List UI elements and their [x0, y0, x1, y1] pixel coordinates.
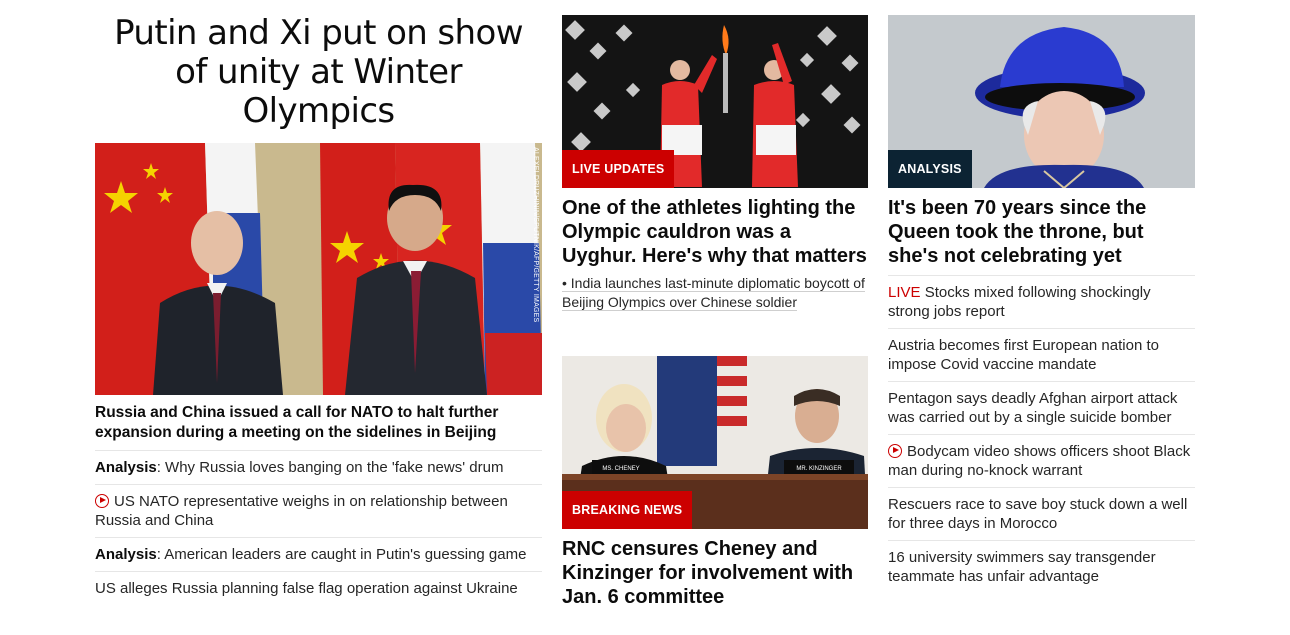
list-item[interactable]: LIVE Stocks mixed following shockingly s…: [888, 276, 1195, 329]
list-item-text: Rescuers race to save boy stuck down a w…: [888, 496, 1188, 532]
analysis-label: Analysis: [95, 459, 157, 476]
list-item[interactable]: 16 university swimmers say transgender t…: [888, 541, 1195, 593]
list-item[interactable]: US NATO representative weighs in on rela…: [95, 485, 542, 538]
list-item[interactable]: Bodycam video shows officers shoot Black…: [888, 435, 1195, 488]
lead-story-column: Putin and Xi put on show of unity at Win…: [95, 0, 542, 605]
live-updates-badge: LIVE UPDATES: [562, 150, 675, 188]
related-link-text: • India launches last-minute diplomatic …: [562, 275, 865, 311]
right-column: ANALYSIS It's been 70 years since the Qu…: [888, 0, 1195, 593]
lead-subheadline[interactable]: Russia and China issued a call for NATO …: [95, 395, 542, 451]
middle-column: LIVE UPDATES One of the athletes lightin…: [562, 0, 868, 608]
list-item-text: : Why Russia loves banging on the 'fake …: [156, 459, 504, 476]
list-item-text: US alleges Russia planning false flag op…: [95, 580, 518, 597]
breaking-news-badge: BREAKING NEWS: [562, 491, 693, 529]
story-card-olympics: LIVE UPDATES One of the athletes lightin…: [562, 15, 868, 312]
list-item-text: Austria becomes first European nation to…: [888, 337, 1159, 373]
play-video-icon: [95, 494, 109, 508]
analysis-badge: ANALYSIS: [888, 150, 972, 188]
olympics-related-link[interactable]: • India launches last-minute diplomatic …: [562, 268, 868, 312]
list-item-text: : American leaders are caught in Putin's…: [156, 546, 527, 563]
olympic-cauldron-image[interactable]: LIVE UPDATES: [562, 15, 868, 188]
queen-headline[interactable]: It's been 70 years since the Queen took …: [888, 188, 1195, 276]
list-item[interactable]: Analysis: American leaders are caught in…: [95, 538, 542, 572]
right-news-list: LIVE Stocks mixed following shockingly s…: [888, 276, 1195, 593]
analysis-label: Analysis: [95, 546, 157, 563]
live-label: LIVE: [888, 284, 921, 301]
list-item[interactable]: Austria becomes first European nation to…: [888, 329, 1195, 382]
list-item[interactable]: Pentagon says deadly Afghan airport atta…: [888, 382, 1195, 435]
list-item-text: Stocks mixed following shockingly strong…: [888, 284, 1151, 320]
story-card-rnc: MS. CHENEY MR. KINZINGER BREAKING NEWS R…: [562, 356, 868, 609]
cheney-placard: MS. CHENEY: [602, 466, 639, 472]
list-item[interactable]: Analysis: Why Russia loves banging on th…: [95, 451, 542, 485]
lead-headline[interactable]: Putin and Xi put on show of unity at Win…: [95, 14, 542, 131]
list-item[interactable]: Rescuers race to save boy stuck down a w…: [888, 488, 1195, 541]
lead-image[interactable]: ALEXEI DRUZHININ/SPUTNIK/AFP/GETTY IMAGE…: [95, 143, 542, 395]
queen-image[interactable]: ANALYSIS: [888, 15, 1195, 188]
kinzinger-placard: MR. KINZINGER: [796, 466, 842, 472]
list-item-text: US NATO representative weighs in on rela…: [95, 493, 508, 529]
play-video-icon: [888, 444, 902, 458]
list-item-text: 16 university swimmers say transgender t…: [888, 549, 1156, 585]
photo-credit: ALEXEI DRUZHININ/SPUTNIK/AFP/GETTY IMAGE…: [532, 147, 539, 323]
rnc-image[interactable]: MS. CHENEY MR. KINZINGER BREAKING NEWS: [562, 356, 868, 529]
rnc-headline[interactable]: RNC censures Cheney and Kinzinger for in…: [562, 529, 868, 609]
olympics-headline[interactable]: One of the athletes lighting the Olympic…: [562, 188, 868, 268]
list-item-text: Pentagon says deadly Afghan airport atta…: [888, 390, 1178, 426]
related-list: Analysis: Why Russia loves banging on th…: [95, 451, 542, 605]
list-item[interactable]: US alleges Russia planning false flag op…: [95, 572, 542, 605]
list-item-text: Bodycam video shows officers shoot Black…: [888, 443, 1191, 479]
putin-xi-photo: [95, 143, 542, 395]
